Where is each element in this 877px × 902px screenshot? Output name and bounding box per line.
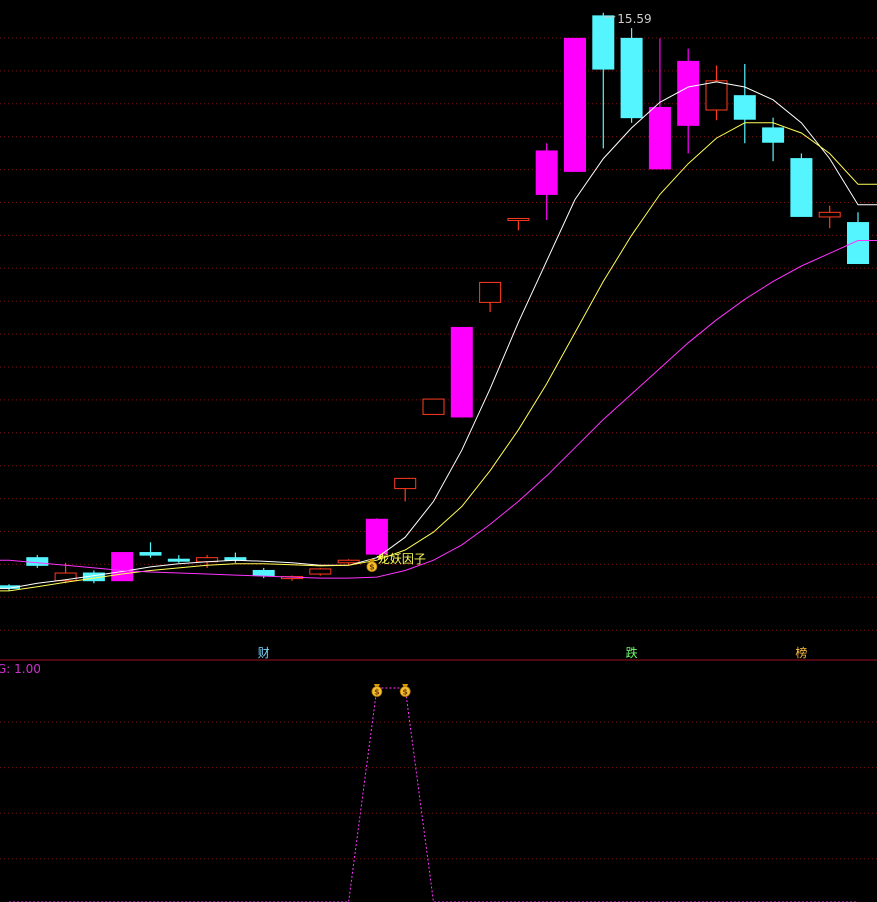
candle: [394, 477, 417, 502]
candle: [677, 48, 700, 154]
candle: [592, 12, 615, 149]
ma-white-line: [0, 81, 877, 589]
stock-chart: 15.59 $ 龙妖因子 ★ 财跌榜 G: 1.00 $ $: [0, 12, 877, 902]
max-price-label: 15.59: [617, 12, 651, 26]
ma-yellow-line: [0, 122, 877, 592]
candle-body: [507, 217, 530, 221]
indicator-status: G: 1.00: [0, 662, 41, 676]
candle: [139, 542, 162, 558]
candle: [507, 217, 530, 231]
candle: [790, 153, 813, 217]
candle-body: [762, 127, 785, 143]
event-marker: 财: [258, 646, 270, 660]
candle: [167, 555, 190, 563]
candle-body: [337, 559, 360, 564]
candle-body: [592, 15, 615, 70]
candle: [479, 281, 502, 313]
event-markers: 财跌榜: [258, 645, 808, 660]
candle-body: [394, 477, 417, 490]
candle-body: [818, 211, 841, 218]
event-marker: 榜: [795, 645, 807, 660]
candle-body: [847, 222, 869, 264]
candle-body: [733, 95, 756, 120]
candle-body: [167, 558, 190, 562]
candle-body: [790, 158, 813, 217]
candle-body: [26, 557, 49, 566]
candle: [309, 567, 332, 576]
moving-average-lines: [0, 81, 877, 592]
candle: [365, 518, 388, 556]
candle-body: [648, 106, 671, 170]
candle: [450, 326, 473, 418]
candle-body: [309, 568, 332, 575]
candle-body: [450, 326, 473, 418]
candle-body: [422, 398, 445, 415]
candlestick-series: [0, 12, 869, 591]
svg-text:$: $: [402, 688, 408, 697]
signal-marker: $ 龙妖因子 ★: [366, 552, 426, 573]
candle: [111, 552, 134, 582]
candle: [224, 552, 247, 563]
signal-label: 龙妖因子: [378, 552, 426, 566]
candle: [422, 398, 445, 415]
money-bag-icon: $: [399, 684, 411, 697]
signal-line: [9, 687, 858, 902]
candle-body: [620, 37, 643, 119]
candle-body: [535, 150, 558, 195]
price-grid: [0, 37, 877, 631]
svg-text:$: $: [374, 688, 380, 697]
candle-body: [677, 60, 700, 126]
event-marker: 跌: [626, 645, 638, 660]
candle: [535, 143, 558, 220]
candle-body: [252, 569, 275, 577]
candle-body: [564, 37, 586, 172]
money-bag-icon: $: [371, 684, 383, 697]
candle: [818, 205, 841, 229]
candle: [847, 212, 869, 264]
candle-body: [365, 518, 388, 555]
svg-text:$: $: [369, 563, 375, 572]
star-icon: ★: [376, 553, 384, 563]
candle-body: [479, 281, 502, 303]
indicator-grid: [0, 721, 877, 860]
candle: [620, 28, 643, 123]
candle: [733, 63, 756, 144]
candle-body: [705, 80, 728, 111]
candle-body: [111, 552, 134, 582]
candle: [705, 65, 728, 121]
candle: [26, 555, 49, 568]
candle-body: [139, 552, 162, 556]
candle: [564, 37, 586, 172]
candle: [762, 117, 785, 162]
indicator-series: $ $: [9, 684, 858, 902]
